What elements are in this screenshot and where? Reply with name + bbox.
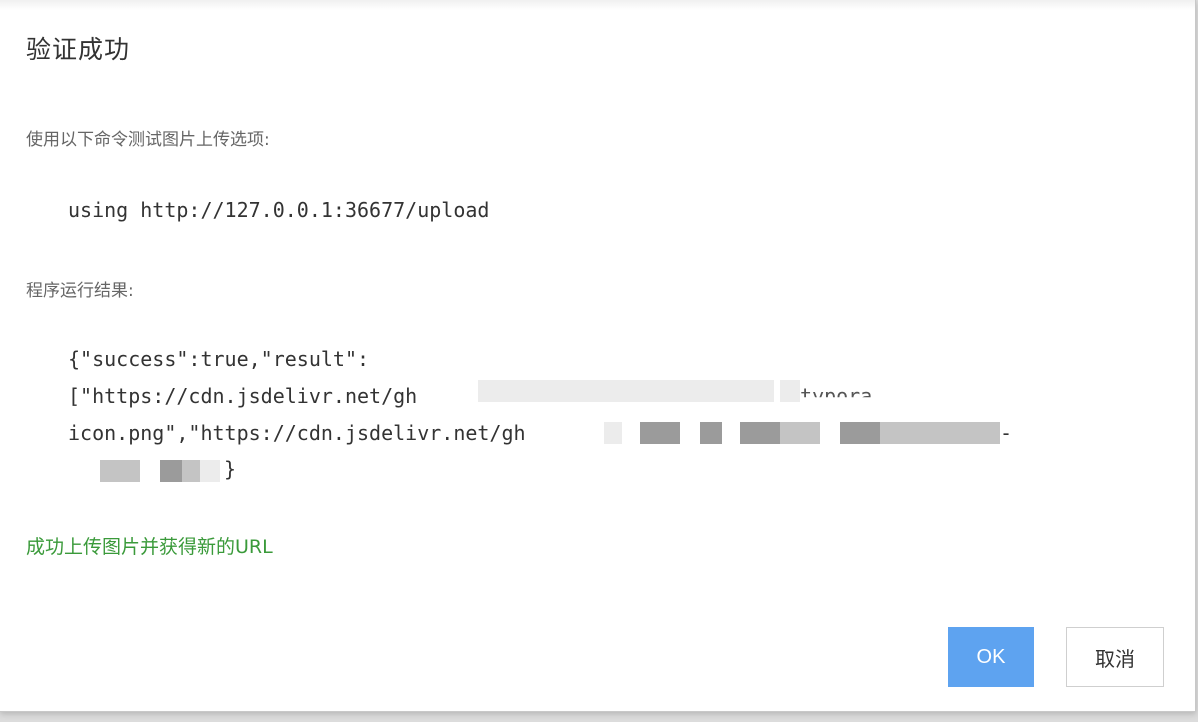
redacted-block — [182, 460, 200, 482]
result-line-4: } — [224, 457, 237, 481]
result-dash: - — [1000, 421, 1013, 445]
redacted-block — [160, 460, 182, 482]
result-label: 程序运行结果: — [26, 281, 134, 301]
cancel-button[interactable]: 取消 — [1066, 627, 1164, 687]
dialog-title: 验证成功 — [26, 35, 131, 64]
redacted-block — [880, 422, 920, 444]
redacted-block — [960, 422, 1000, 444]
redacted-block — [780, 422, 820, 444]
result-line-3: icon.png","https://cdn.jsdelivr.net/gh — [68, 421, 526, 445]
result-line-1: {"success":true,"result": — [68, 347, 370, 371]
verification-dialog: 验证成功 使用以下命令测试图片上传选项: using http://127.0.… — [0, 0, 1196, 712]
result-line-2: ["https://cdn.jsdelivr.net/gh — [68, 384, 418, 408]
redacted-block — [780, 380, 800, 402]
ok-button[interactable]: OK — [948, 627, 1034, 687]
redacted-block — [700, 422, 722, 444]
redacted-block — [100, 460, 140, 482]
dialog-header: 验证成功 — [0, 0, 1195, 88]
redacted-block — [604, 422, 622, 444]
redacted-block — [640, 422, 680, 444]
redacted-block — [920, 422, 960, 444]
result-fragment-typora: typora — [800, 384, 873, 408]
redacted-block — [478, 380, 774, 402]
test-command: using http://127.0.0.1:36677/upload — [68, 198, 490, 222]
redacted-block — [840, 422, 880, 444]
redacted-block — [740, 422, 780, 444]
success-message: 成功上传图片并获得新的URL — [26, 536, 273, 558]
redacted-block — [200, 460, 220, 482]
instruction-label: 使用以下命令测试图片上传选项: — [26, 130, 270, 150]
